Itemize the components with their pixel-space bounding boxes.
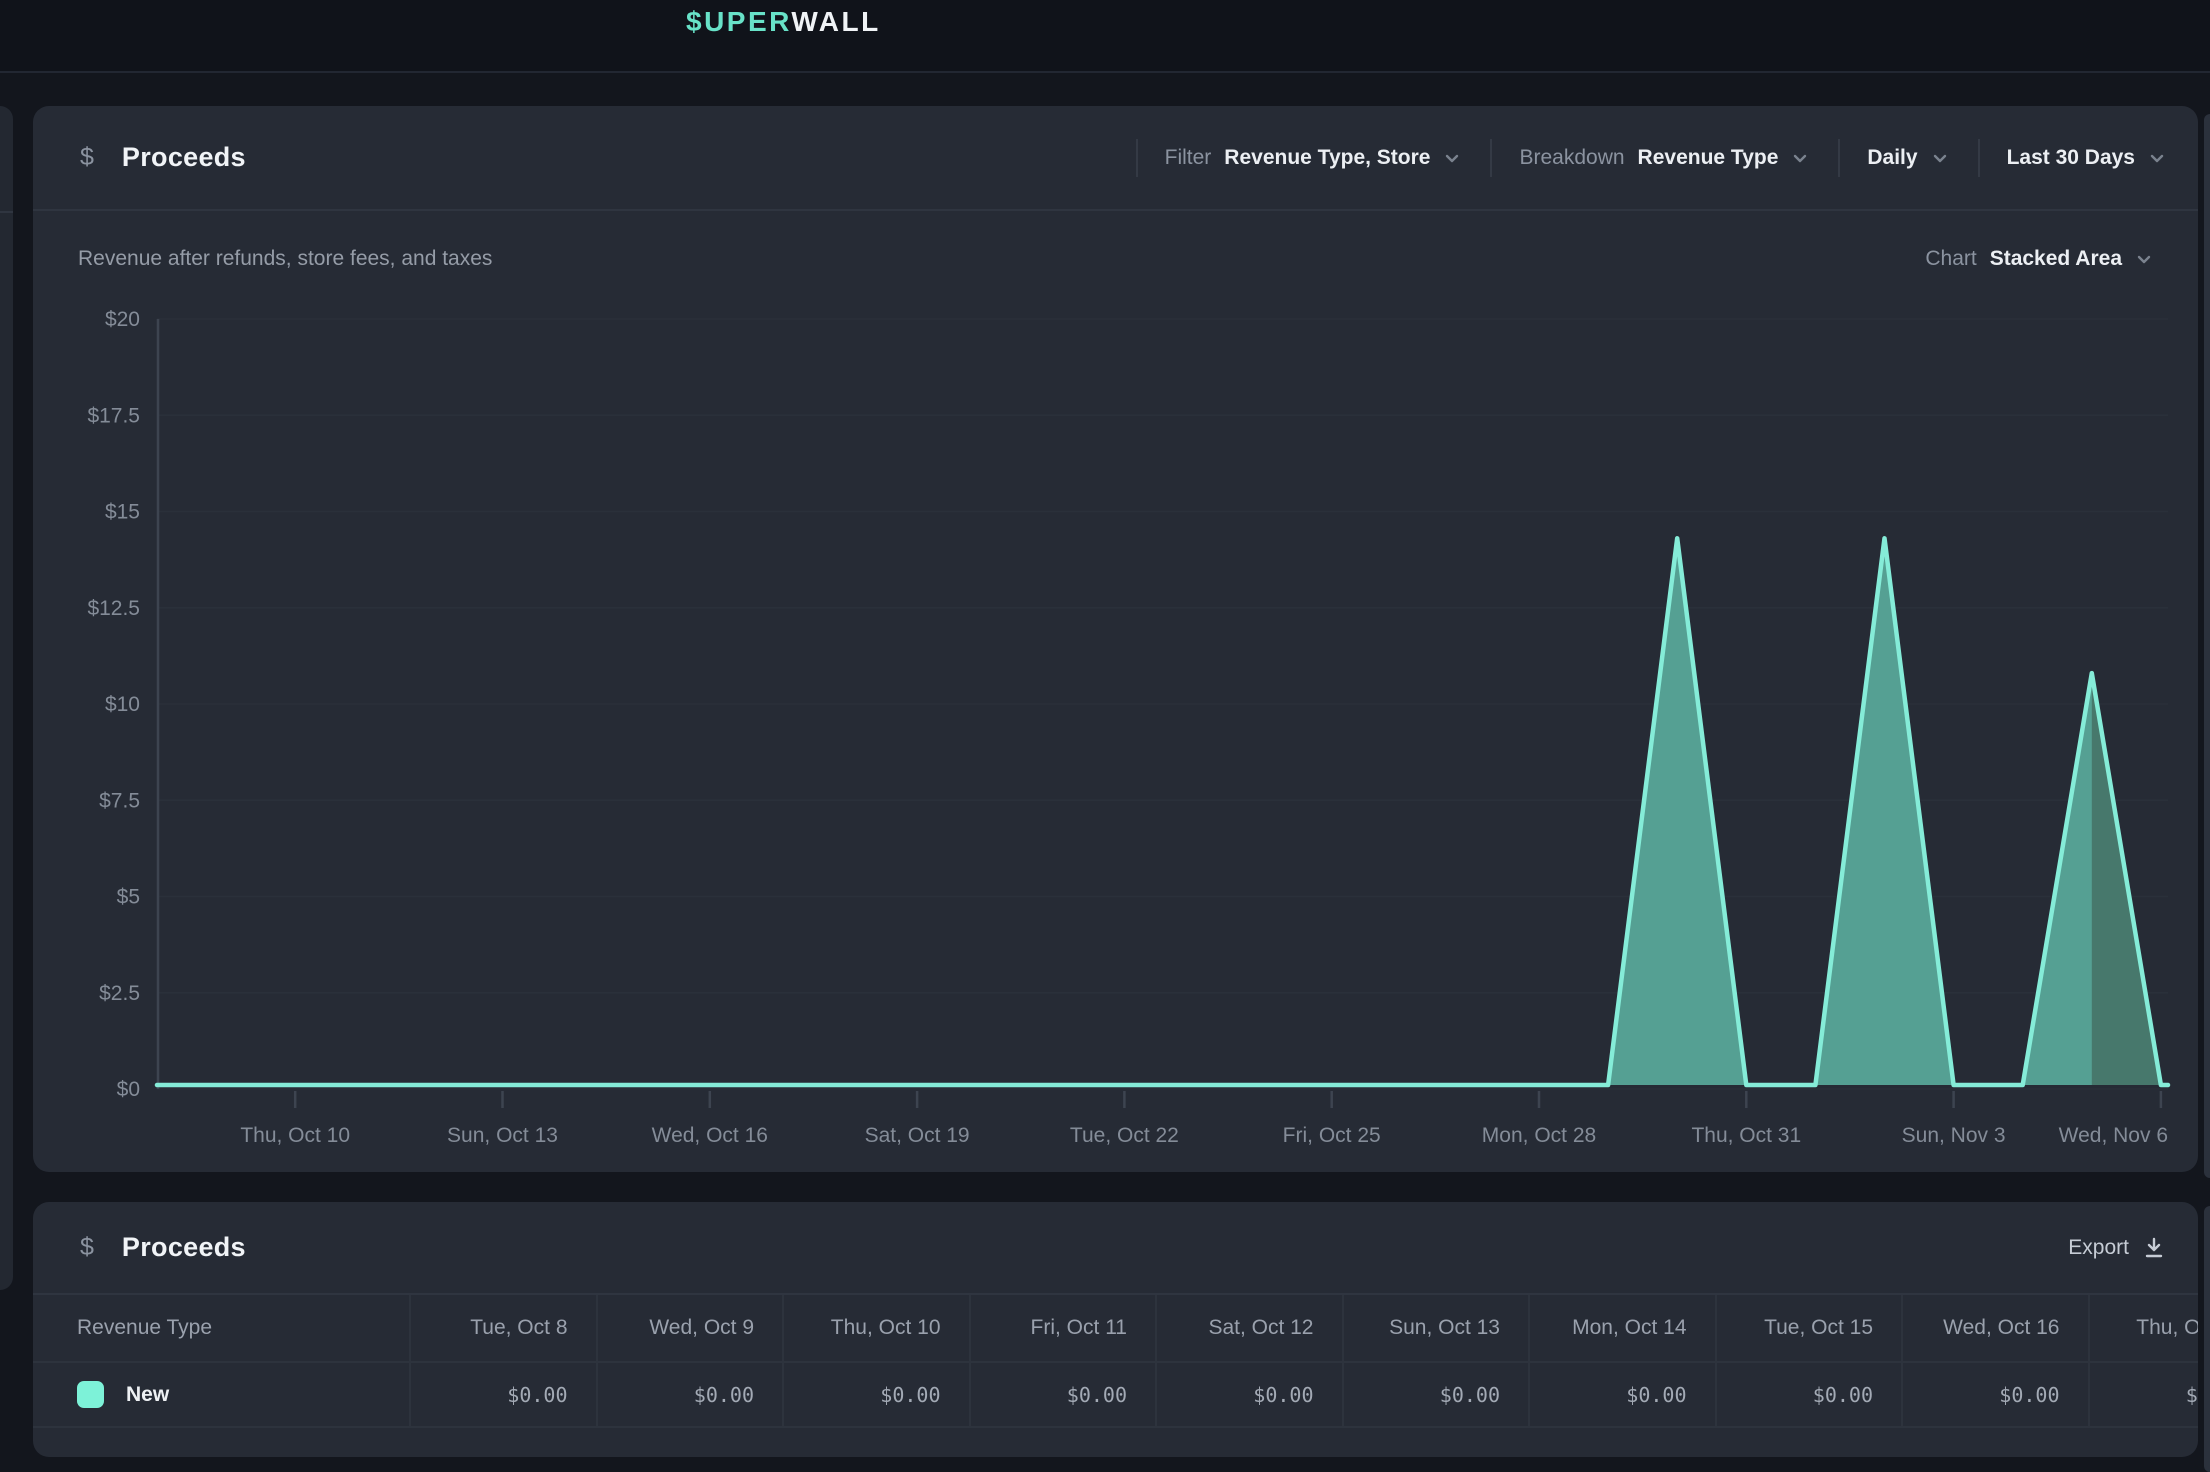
svg-text:$0: $0 [117, 1078, 140, 1101]
export-label: Export [2068, 1236, 2129, 1260]
dollar-icon: $ [80, 1233, 94, 1262]
date-column-header: Tue, Oct 15 [1715, 1295, 1902, 1361]
svg-text:Mon, Oct 28: Mon, Oct 28 [1482, 1124, 1596, 1147]
adjacent-card-left-edge [0, 106, 13, 1290]
date-range-control[interactable]: Last 30 Days [2007, 146, 2168, 170]
svg-text:$5: $5 [117, 886, 140, 909]
divider [1838, 139, 1840, 177]
svg-text:$10: $10 [105, 693, 140, 716]
date-column-header: Wed, Oct 16 [1901, 1295, 2088, 1361]
chevron-down-icon [2146, 147, 2168, 169]
adjacent-card-right-edge-top [2204, 114, 2210, 1178]
download-icon [2143, 1236, 2165, 1260]
svg-text:Tue, Oct 22: Tue, Oct 22 [1070, 1124, 1179, 1147]
table-value-cell: $0.00 [1155, 1363, 1342, 1426]
date-range-value: Last 30 Days [2007, 146, 2135, 170]
table-value-cell: $0.00 [409, 1363, 596, 1426]
app-logo[interactable]: $UPERWALL [686, 0, 881, 44]
svg-text:Wed, Nov 6: Wed, Nov 6 [2059, 1124, 2168, 1147]
svg-text:$7.5: $7.5 [99, 789, 140, 812]
svg-text:Sun, Nov 3: Sun, Nov 3 [1902, 1124, 2006, 1147]
table-value-cell: $0.00 [782, 1363, 969, 1426]
table-header-row: Revenue Type Tue, Oct 8Wed, Oct 9Thu, Oc… [33, 1295, 2198, 1361]
dollar-icon: $ [80, 143, 94, 172]
svg-text:$2.5: $2.5 [99, 982, 140, 1005]
filter-value: Revenue Type, Store [1224, 146, 1430, 170]
table-card-title: Proceeds [122, 1232, 246, 1263]
export-button[interactable]: Export [2068, 1202, 2165, 1293]
date-column-header: Mon, Oct 14 [1528, 1295, 1715, 1361]
chart-card-header: $ Proceeds Filter Revenue Type, Store Br… [33, 106, 2198, 211]
date-column-header: Wed, Oct 9 [596, 1295, 783, 1361]
date-column-header: Tue, Oct 8 [409, 1295, 596, 1361]
chevron-down-icon [1789, 147, 1811, 169]
svg-text:Sun, Oct 13: Sun, Oct 13 [447, 1124, 558, 1147]
breakdown-control[interactable]: Breakdown Revenue Type [1519, 146, 1811, 170]
svg-text:Wed, Oct 16: Wed, Oct 16 [652, 1124, 768, 1147]
table-row-first-cell: New [33, 1363, 409, 1426]
chart-card-title: Proceeds [122, 142, 246, 173]
date-column-header: Sun, Oct 13 [1342, 1295, 1529, 1361]
chart-type-control[interactable]: Chart Stacked Area [1925, 247, 2155, 271]
svg-text:$17.5: $17.5 [87, 404, 140, 427]
chevron-down-icon [1441, 147, 1463, 169]
svg-text:Fri, Oct 25: Fri, Oct 25 [1283, 1124, 1381, 1147]
divider [1978, 139, 1980, 177]
date-column-header: Sat, Oct 12 [1155, 1295, 1342, 1361]
table-value-cell: $0.00 [1715, 1363, 1902, 1426]
divider [1490, 139, 1492, 177]
stacked-area-chart: $20 $17.5 $15 $12.5 $10 $7.5 $5 $2.5 $0 Thu, Oct … [33, 304, 2198, 1164]
top-nav: $UPERWALL [0, 0, 2210, 73]
chart-subheader: Revenue after refunds, store fees, and t… [33, 213, 2198, 305]
table-value-cell: $0.00 [969, 1363, 1156, 1426]
chart-controls: Filter Revenue Type, Store Breakdown Rev… [1109, 106, 2168, 209]
revenue-type-column-header: Revenue Type [77, 1316, 212, 1340]
proceeds-table-card: $ Proceeds Export Revenue Type Tue, Oct … [33, 1202, 2198, 1457]
filter-control[interactable]: Filter Revenue Type, Store [1165, 146, 1464, 170]
svg-text:$12.5: $12.5 [87, 597, 140, 620]
chart-subtitle: Revenue after refunds, store fees, and t… [78, 247, 492, 271]
breakdown-value: Revenue Type [1638, 146, 1779, 170]
logo-rest-text: WALL [791, 6, 880, 37]
divider [1136, 139, 1138, 177]
date-column-header: Thu, Oct 17 [2088, 1295, 2199, 1361]
proceeds-chart-card: $ Proceeds Filter Revenue Type, Store Br… [33, 106, 2198, 1172]
svg-text:Thu, Oct 10: Thu, Oct 10 [240, 1124, 350, 1147]
chart-type-value: Stacked Area [1990, 247, 2122, 271]
chart-type-label: Chart [1925, 247, 1976, 271]
breakdown-label: Breakdown [1519, 146, 1624, 170]
chevron-down-icon [1929, 147, 1951, 169]
series-name: New [126, 1383, 169, 1407]
logo-accent-text: $UPER [686, 6, 791, 37]
svg-text:Sat, Oct 19: Sat, Oct 19 [865, 1124, 970, 1147]
table-value-cell: $0.00 [1528, 1363, 1715, 1426]
svg-text:$15: $15 [105, 501, 140, 524]
svg-text:$20: $20 [105, 308, 140, 331]
table-value-cell: $0.00 [1901, 1363, 2088, 1426]
series-color-swatch [77, 1381, 104, 1408]
date-column-header: Thu, Oct 10 [782, 1295, 969, 1361]
adjacent-card-right-edge-bottom [2204, 1206, 2210, 1472]
granularity-value: Daily [1867, 146, 1917, 170]
table-value-cell: $0.00 [2088, 1363, 2199, 1426]
table-card-header: $ Proceeds Export [33, 1202, 2198, 1295]
table-value-cell: $0.00 [596, 1363, 783, 1426]
date-column-header: Fri, Oct 11 [969, 1295, 1156, 1361]
table-row: New $0.00$0.00$0.00$0.00$0.00$0.00$0.00$… [33, 1361, 2198, 1428]
table-header-first-cell: Revenue Type [33, 1295, 409, 1361]
chevron-down-icon [2133, 248, 2155, 270]
svg-text:Thu, Oct 31: Thu, Oct 31 [1691, 1124, 1801, 1147]
filter-label: Filter [1165, 146, 1212, 170]
granularity-control[interactable]: Daily [1867, 146, 1950, 170]
table-value-cell: $0.00 [1342, 1363, 1529, 1426]
